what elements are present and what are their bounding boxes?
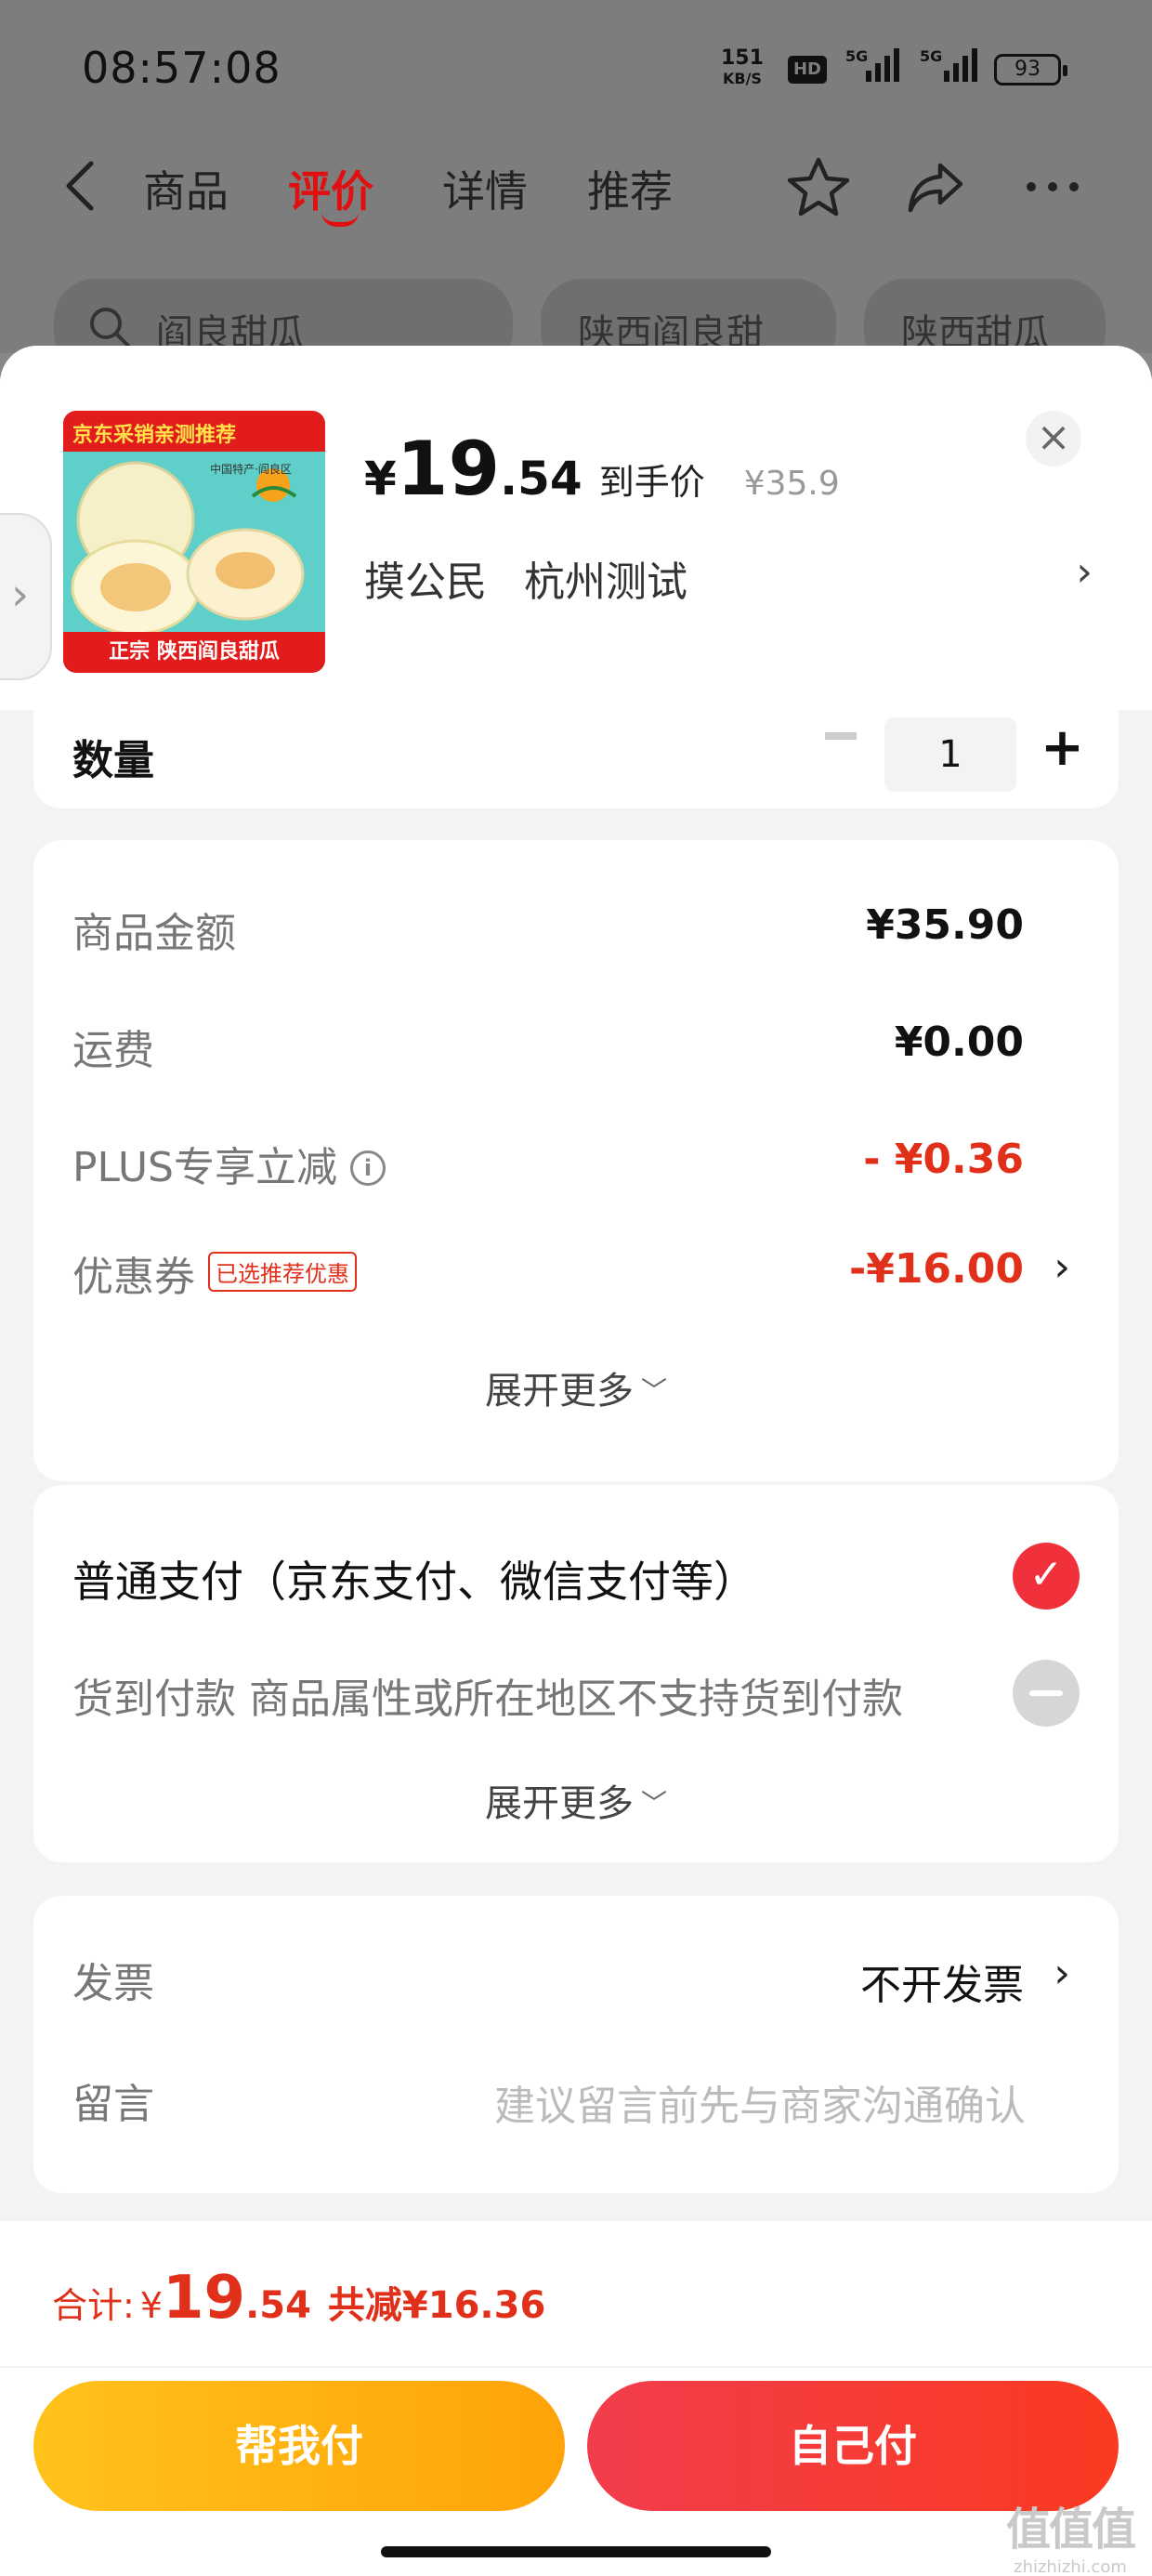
coupon-value: -¥16.00 [848, 1245, 1024, 1293]
invoice-card: 发票 不开发票 › 留言 建议留言前先与商家沟通确认 [33, 1896, 1119, 2193]
shipping-row: 运费 ¥0.00 [72, 1017, 1080, 1082]
address-name: 摸公民 [364, 559, 487, 606]
tab-recommend[interactable]: 推荐 [587, 158, 673, 219]
plus-discount-label-wrap: PLUS专享立减 i [72, 1134, 386, 1193]
address-row[interactable]: 摸公民 杭州测试 › [364, 548, 1098, 613]
share-icon[interactable] [903, 154, 968, 219]
product-image: 京东采销亲测推荐 中国特产·阎良区 正宗 陕西阎良甜瓜 [63, 411, 325, 673]
quantity-label: 数量 [72, 737, 154, 784]
more-icon[interactable] [1020, 154, 1085, 219]
price-decimal: .54 [500, 452, 583, 506]
disabled-icon [1013, 1660, 1080, 1727]
quantity-input[interactable]: 1 [884, 717, 1016, 792]
coupon-label: 优惠券 [72, 1254, 195, 1301]
coupon-tag: 已选推荐优惠 [208, 1252, 357, 1292]
note-label: 留言 [72, 2081, 154, 2128]
watermark-big: 值值值 [1005, 2504, 1136, 2556]
payment-option-cod: 货到付款 商品属性或所在地区不支持货到付款 [72, 1656, 1119, 1730]
active-tab-indicator [321, 212, 359, 227]
signal-icon: 5G [845, 47, 899, 82]
quantity-minus-button[interactable] [825, 732, 857, 740]
top-nav: 商品 评价 详情 推荐 [0, 139, 1152, 232]
goods-amount-row: 商品金额 ¥35.90 [72, 900, 1080, 965]
total-integer: 19 [163, 2264, 246, 2333]
amount-card: 商品金额 ¥35.90 运费 ¥0.00 PLUS专享立减 i - ¥0.36 优… [33, 840, 1119, 1481]
checkout-bottom-bar: 合计: ¥ 19 .54 共减¥16.36 帮我付 自己付 值值值 zhizhi… [0, 2221, 1152, 2576]
coupon-row[interactable]: 优惠券 已选推荐优惠 -¥16.00 › [72, 1243, 1080, 1308]
hd-icon: HD [788, 56, 827, 84]
invoice-value: 不开发票 [860, 1962, 1024, 2009]
chevron-right-icon: › [1054, 1243, 1070, 1291]
product-brand-text: 中国特产·阎良区 [210, 463, 292, 476]
back-icon[interactable] [58, 158, 104, 214]
note-input[interactable]: 建议留言前先与商家沟通确认 [494, 2072, 1026, 2132]
close-button[interactable]: × [1026, 411, 1081, 467]
star-icon[interactable] [786, 154, 851, 219]
chevron-right-icon: › [11, 569, 30, 621]
watermark-logo: 值值值 zhizhizhi.com [996, 2492, 1145, 2576]
help-pay-button[interactable]: 帮我付 [33, 2381, 565, 2511]
invoice-row[interactable]: 发票 不开发票 › [72, 1950, 1080, 2015]
signal-label-2: 5G [920, 47, 942, 65]
quantity-plus-button[interactable]: + [1041, 717, 1084, 778]
payment-card: 普通支付（京东支付、微信支付等） ✓ 货到付款 商品属性或所在地区不支持货到付款… [33, 1485, 1119, 1862]
payment-option-normal[interactable]: 普通支付（京东支付、微信支付等） ✓ [72, 1539, 1119, 1613]
chevron-down-icon: ﹀ [640, 1788, 667, 1819]
expand-more-label: 展开更多 [484, 1370, 634, 1413]
price-integer: 19 [396, 426, 501, 512]
expand-more-payments[interactable]: 展开更多 ﹀ [33, 1773, 1119, 1827]
watermark-small: zhizhizhi.com [1014, 2557, 1127, 2576]
original-price: ¥35.9 [743, 465, 840, 503]
total-row: 合计: ¥ 19 .54 共减¥16.36 [52, 2264, 545, 2333]
tab-details[interactable]: 详情 [442, 158, 528, 219]
tab-reviews[interactable]: 评价 [288, 158, 373, 219]
chevron-right-icon: › [1054, 1950, 1070, 1997]
product-header: 京东采销亲测推荐 中国特产·阎良区 正宗 陕西阎良甜瓜 ¥ 19 .54 到手价… [0, 346, 1152, 710]
search-icon [90, 308, 130, 348]
goods-amount-value: ¥35.90 [866, 901, 1024, 949]
address-city: 杭州测试 [524, 559, 687, 606]
plus-discount-row: PLUS专享立减 i - ¥0.36 [72, 1134, 1080, 1199]
price-row: ¥ 19 .54 到手价 ¥35.9 [364, 426, 840, 512]
goods-amount-label: 商品金额 [72, 910, 236, 957]
expand-more-amounts[interactable]: 展开更多 ﹀ [33, 1360, 1119, 1414]
check-icon[interactable]: ✓ [1013, 1543, 1080, 1610]
side-handle[interactable]: › [0, 513, 52, 680]
payment-cod-label: 货到付款 商品属性或所在地区不支持货到付款 [72, 1676, 903, 1723]
total-label: 合计: [52, 2285, 135, 2326]
invoice-label: 发票 [72, 1960, 154, 2007]
chevron-down-icon: ﹀ [640, 1375, 667, 1406]
net-speed-value: 151 [721, 46, 764, 70]
total-decimal: .54 [245, 2284, 311, 2327]
battery-icon: 93 [994, 54, 1067, 85]
payment-normal-label: 普通支付（京东支付、微信支付等） [72, 1557, 756, 1607]
plus-discount-label: PLUS专享立减 [72, 1144, 337, 1191]
signal-label: 5G [845, 47, 868, 65]
plus-discount-value: - ¥0.36 [863, 1136, 1024, 1183]
home-indicator[interactable] [381, 2546, 771, 2557]
note-row[interactable]: 留言 建议留言前先与商家沟通确认 [72, 2070, 1080, 2136]
search-suggestions: 阎良甜瓜 陕西阎良甜 陕西甜瓜 [0, 279, 1152, 372]
price-label: 到手价 [598, 462, 705, 503]
shipping-value: ¥0.00 [894, 1019, 1024, 1066]
coupon-label-wrap: 优惠券 已选推荐优惠 [72, 1243, 357, 1303]
net-speed: 151 KB/S [721, 48, 764, 89]
self-pay-button[interactable]: 自己付 [587, 2381, 1119, 2511]
signal-icon-2: 5G [920, 47, 977, 82]
tab-product[interactable]: 商品 [143, 158, 229, 219]
status-time: 08:57:08 [82, 43, 281, 93]
background-page: 08:57:08 151 KB/S HD 5G 5G 93 商品 评价 详情 推… [0, 0, 1152, 372]
divider [0, 2366, 1152, 2368]
price-currency: ¥ [364, 452, 397, 506]
net-speed-unit: KB/S [722, 70, 762, 87]
product-image-caption: 正宗 陕西阎良甜瓜 [63, 632, 325, 673]
total-discount: 共减¥16.36 [327, 2284, 546, 2327]
info-icon[interactable]: i [350, 1150, 386, 1186]
chevron-right-icon: › [1076, 548, 1093, 596]
status-bar: 08:57:08 151 KB/S HD 5G 5G 93 [0, 0, 1152, 130]
expand-more-label: 展开更多 [484, 1782, 634, 1825]
shipping-label: 运费 [72, 1027, 154, 1074]
total-currency: ¥ [139, 2285, 163, 2326]
